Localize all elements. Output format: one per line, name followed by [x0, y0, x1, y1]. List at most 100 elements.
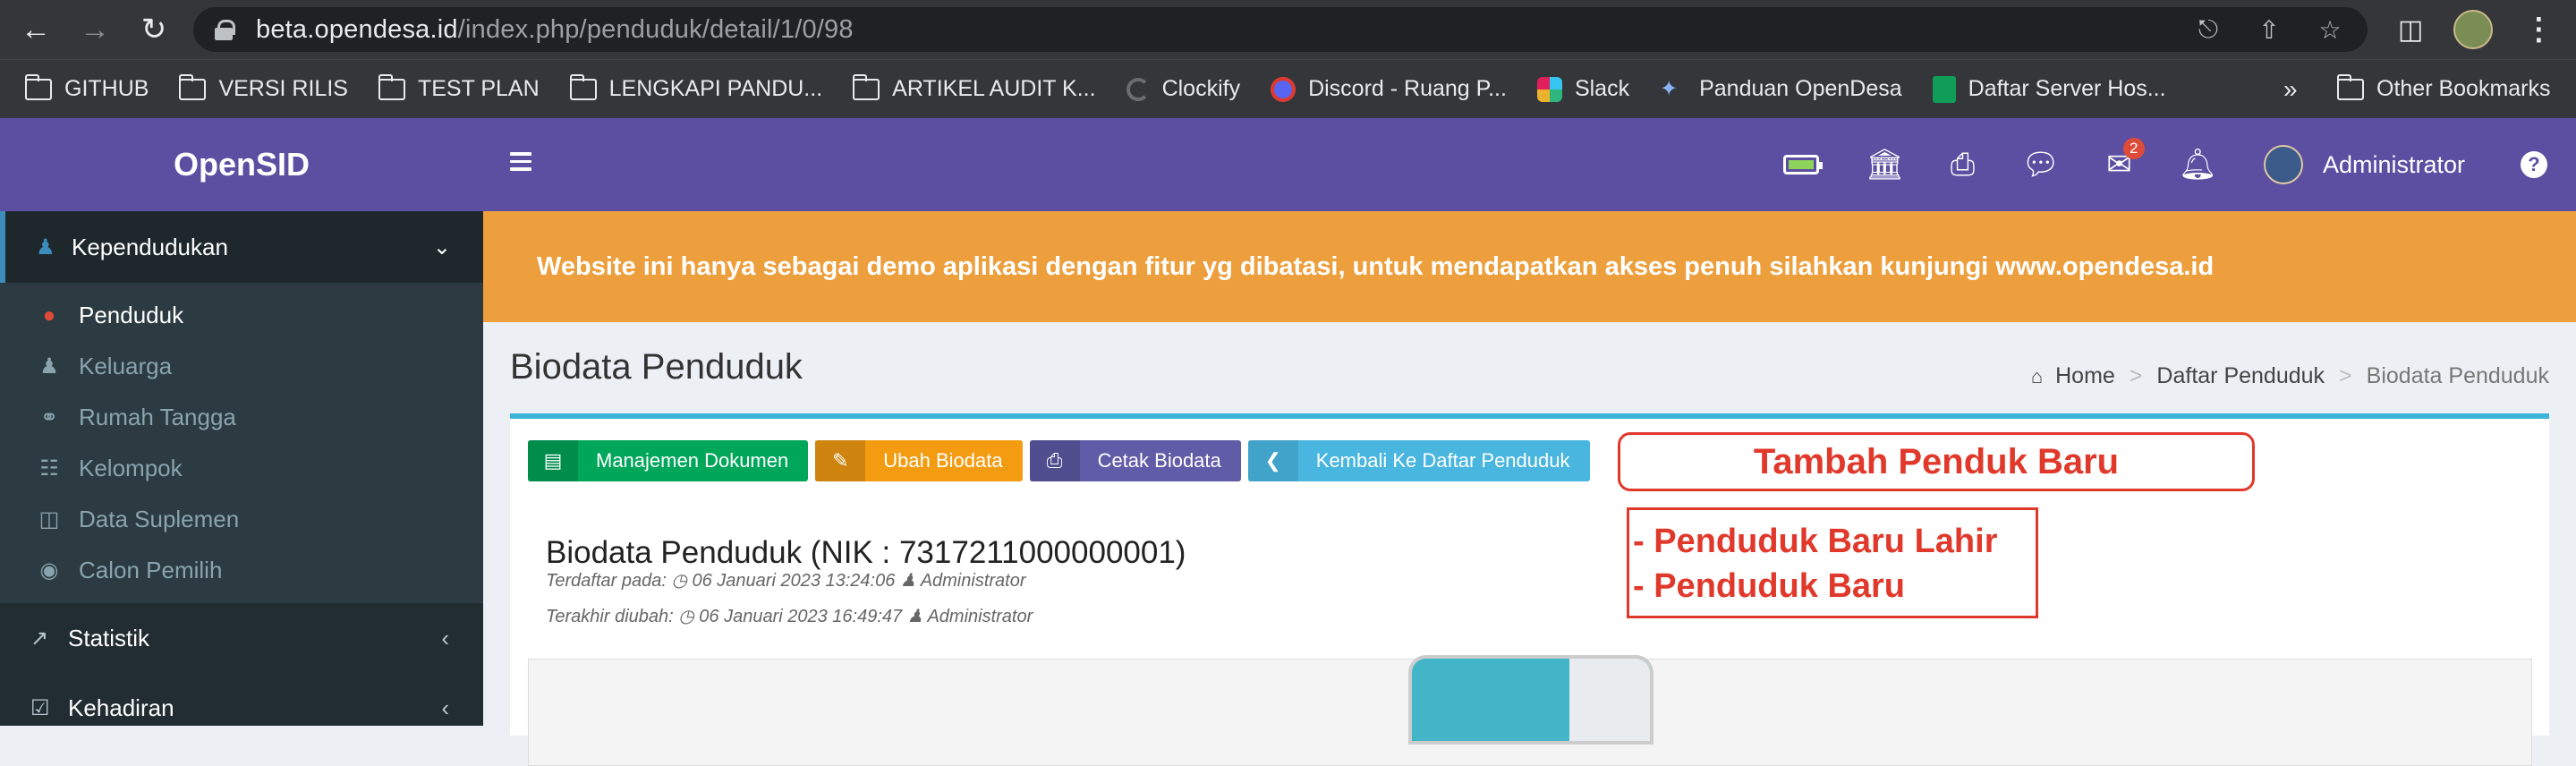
annotation-list: - Penduduk Baru Lahir - Penduduk Baru: [1627, 507, 2038, 618]
bookmark-item[interactable]: TEST PLAN: [378, 73, 540, 102]
demo-banner: Website ini hanya sebagai demo aplikasi …: [483, 211, 2576, 322]
hamburger-menu-icon[interactable]: [510, 152, 531, 172]
biodata-title: Biodata Penduduk (NIK : 7317211000000001…: [546, 535, 1186, 570]
clock-icon: ◷: [678, 607, 694, 626]
forward-icon[interactable]: →: [72, 6, 118, 53]
sidebar-item-data-suplemen[interactable]: ◫ Data Suplemen: [0, 494, 483, 545]
bookmark-item[interactable]: LENGKAPI PANDU...: [569, 73, 822, 102]
user-menu[interactable]: Administrator: [2263, 145, 2465, 184]
breadcrumb-home[interactable]: Home: [2055, 363, 2115, 389]
annotation-line: - Penduduk Baru Lahir: [1633, 523, 1998, 560]
bookmark-item[interactable]: ✦ Panduan OpenDesa: [1660, 76, 1902, 102]
discord-icon: [1271, 76, 1297, 102]
menu-kebab-icon[interactable]: ⋮: [2523, 12, 2554, 47]
breadcrumb-separator: >: [2339, 363, 2352, 388]
side-panel-icon[interactable]: ◫: [2398, 14, 2423, 46]
bank-icon[interactable]: 🏛︎: [1866, 147, 1904, 183]
star-icon[interactable]: ☆: [2316, 15, 2344, 45]
sidebar-item-keluarga[interactable]: ♟ Keluarga: [0, 341, 483, 392]
annotation-tambah-penduduk: Tambah Penduk Baru: [1618, 432, 2255, 491]
browser-toolbar: ← → ↻ beta.opendesa.id/index.php/pendudu…: [0, 0, 2576, 59]
bookmark-item[interactable]: Discord - Ruang P...: [1271, 76, 1507, 102]
bookmark-item[interactable]: Clockify: [1126, 76, 1240, 102]
couple-icon: ⚭: [39, 405, 59, 430]
battery-icon[interactable]: [1782, 148, 1823, 183]
calendar-check-icon: ☑: [30, 695, 50, 720]
folder-icon: [569, 73, 597, 100]
bookmark-item[interactable]: ARTIKEL AUDIT K...: [853, 73, 1096, 102]
edit-icon: ✎: [815, 440, 866, 481]
sidebar-item-statistik[interactable]: ↗ Statistik ‹: [0, 603, 483, 673]
sidebar-item-kelompok[interactable]: ☷ Kelompok: [0, 443, 483, 494]
user-icon: ●: [42, 302, 56, 328]
breadcrumb-current: Biodata Penduduk: [2366, 363, 2549, 388]
folder-icon: [853, 73, 880, 100]
chevron-down-icon: ⌄: [432, 234, 451, 260]
mail-icon[interactable]: ✉ 2: [2106, 138, 2145, 183]
resident-photo: [1408, 655, 1654, 745]
chart-icon: ↗: [30, 626, 49, 651]
fingerprint-icon: ◉: [39, 558, 59, 583]
clockify-icon: [1126, 77, 1150, 101]
sidebar-submenu: ● Penduduk ♟ Keluarga ⚭ Rumah Tangga ☷ Kelom…: [0, 283, 483, 603]
manajemen-dokumen-button[interactable]: ▤ Manajemen Dokumen: [528, 440, 809, 481]
folder-icon: [378, 73, 405, 100]
back-icon[interactable]: ←: [13, 6, 59, 53]
clock-icon: ◷: [671, 571, 687, 591]
sidebar-item-kehadiran[interactable]: ☑ Kehadiran ‹: [0, 673, 483, 743]
user-icon: ♟: [899, 571, 916, 591]
sidebar-item-rumah-tangga[interactable]: ⚭ Rumah Tangga: [0, 392, 483, 443]
bell-icon[interactable]: 🔔︎: [2179, 147, 2217, 183]
bookmarks-bar: GITHUB VERSI RILIS TEST PLAN LENGKAPI PA…: [0, 59, 2576, 118]
annotation-line: - Penduduk Baru: [1633, 567, 1906, 605]
modified-info: Terakhir diubah: ◷ 06 Januari 2023 16:49…: [546, 607, 1033, 626]
bookmark-item[interactable]: Slack: [1536, 76, 1629, 102]
lock-icon: [215, 20, 235, 40]
sidebar-section-kependudukan[interactable]: ♟ Kependudukan ⌄: [0, 211, 483, 283]
folder-icon: [2337, 73, 2364, 100]
ubah-biodata-button[interactable]: ✎ Ubah Biodata: [815, 440, 1023, 481]
sidebar-item-calon-pemilih[interactable]: ◉ Calon Pemilih: [0, 545, 483, 596]
breadcrumb-daftar-penduduk[interactable]: Daftar Penduduk: [2156, 363, 2325, 389]
app-logo[interactable]: OpenSID: [0, 118, 483, 211]
translate-icon[interactable]: ⎋: [2194, 15, 2223, 45]
help-icon[interactable]: ?: [2521, 151, 2547, 178]
kembali-button[interactable]: ❮ Kembali Ke Daftar Penduduk: [1247, 440, 1590, 481]
comment-icon[interactable]: 💬︎: [2021, 147, 2060, 183]
print-icon: ⎙: [1029, 440, 1080, 481]
address-bar[interactable]: beta.opendesa.id/index.php/penduduk/deta…: [193, 7, 2368, 52]
top-navbar: 🏛︎ ⎙ 💬︎ ✉ 2 🔔︎ Administrator ?: [483, 118, 2576, 211]
sitemap-icon: ☷: [39, 456, 59, 481]
share-icon[interactable]: ⇧: [2255, 15, 2283, 45]
avatar: [2263, 145, 2303, 184]
user-icon: ♟: [906, 607, 923, 626]
sidebar-item-penduduk[interactable]: ● Penduduk: [0, 290, 483, 341]
page-title: Biodata Penduduk: [510, 347, 803, 387]
chevron-left-icon: ‹: [441, 624, 449, 651]
bookmark-item[interactable]: Daftar Server Hos...: [1932, 75, 2166, 103]
folder-icon: [179, 73, 207, 100]
users-icon: ♟: [39, 354, 59, 379]
chevron-left-icon: ‹: [441, 694, 449, 721]
sheets-icon: [1932, 75, 1956, 103]
sidebar: OpenSID ♟ Kependudukan ⌄ ● Penduduk ♟ Kelu…: [0, 118, 483, 726]
bookmarks-more-button[interactable]: »: [2283, 75, 2298, 104]
registered-info: Terdaftar pada: ◷ 06 Januari 2023 13:24:…: [546, 571, 1026, 591]
reload-icon[interactable]: ↻: [131, 6, 177, 53]
users-icon: ♟: [36, 234, 55, 260]
mail-badge: 2: [2122, 138, 2145, 159]
opendesa-icon: ✦: [1660, 76, 1679, 101]
archive-icon: ◫: [38, 507, 60, 532]
cetak-biodata-button[interactable]: ⎙ Cetak Biodata: [1029, 440, 1241, 481]
breadcrumb: ⌂ Home > Daftar Penduduk > Biodata Pendu…: [2031, 363, 2549, 389]
url-text[interactable]: beta.opendesa.id/index.php/penduduk/deta…: [256, 15, 854, 45]
slack-icon: [1536, 76, 1562, 102]
bookmark-item[interactable]: VERSI RILIS: [179, 73, 348, 102]
home-icon: ⌂: [2030, 364, 2044, 387]
book-icon: ▤: [528, 440, 578, 481]
profile-avatar[interactable]: [2453, 10, 2494, 49]
bookmark-item[interactable]: GITHUB: [25, 73, 149, 102]
print-icon[interactable]: ⎙: [1951, 148, 1975, 183]
other-bookmarks[interactable]: Other Bookmarks: [2337, 73, 2551, 102]
breadcrumb-separator: >: [2129, 363, 2143, 388]
